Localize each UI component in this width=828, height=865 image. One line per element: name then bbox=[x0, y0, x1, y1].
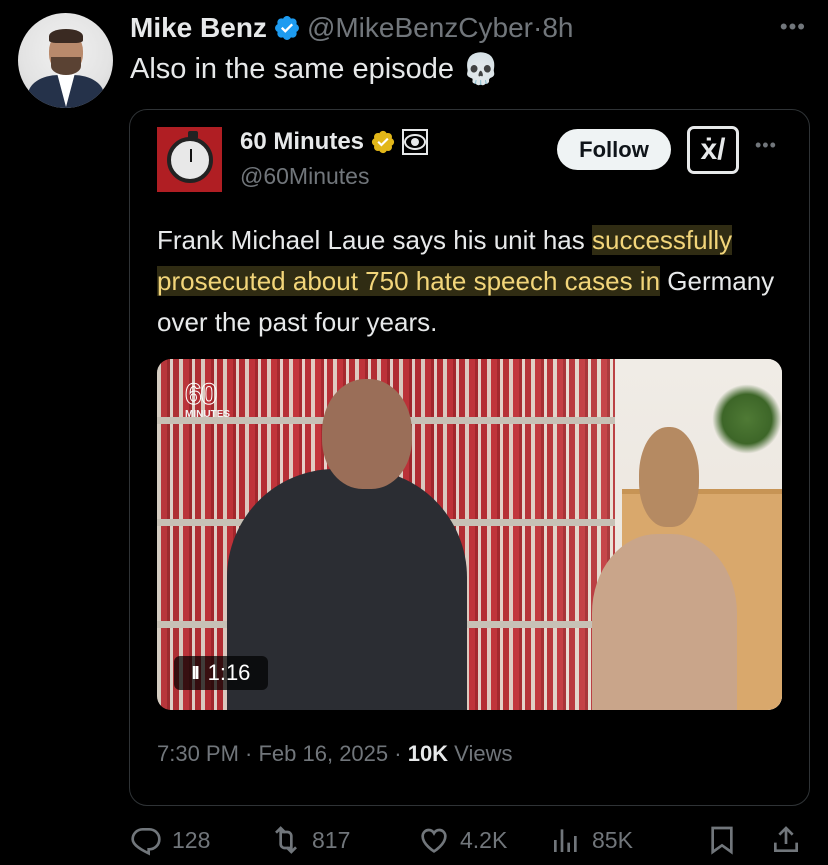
grok-icon[interactable]: ẋ/ bbox=[687, 126, 739, 174]
quote-meta: 7:30 PM · Feb 16, 2025 · 10K Views bbox=[157, 741, 512, 767]
bookmark-icon bbox=[711, 826, 733, 855]
video-player[interactable]: 60 MINUTES II 1:16 bbox=[157, 359, 782, 710]
reply-count: 128 bbox=[172, 826, 211, 853]
quoted-tweet[interactable]: 60 Minutes @60Minutes Follow ẋ/ ••• Fran… bbox=[129, 109, 810, 806]
video-duration: 1:16 bbox=[207, 660, 251, 685]
quote-views-label: Views bbox=[448, 741, 513, 766]
quote-more-icon[interactable]: ••• bbox=[755, 135, 777, 156]
share-button[interactable] bbox=[770, 818, 812, 862]
avatar-hair bbox=[49, 29, 83, 43]
pause-icon[interactable]: II bbox=[192, 663, 200, 684]
quote-author-handle[interactable]: @60Minutes bbox=[240, 163, 369, 190]
quote-text: Frank Michael Laue says his unit has suc… bbox=[157, 220, 797, 343]
more-options-icon[interactable]: ••• bbox=[780, 14, 806, 40]
tweet-header: Mike Benz @MikeBenzCyber · 8h bbox=[130, 11, 573, 45]
logo-sub: MINUTES bbox=[185, 409, 230, 420]
woman-figure bbox=[592, 534, 737, 710]
tweet-time[interactable]: 8h bbox=[542, 12, 573, 44]
tweet-text: Also in the same episode 💀 bbox=[130, 52, 499, 87]
quote-timestamp[interactable]: 7:30 PM · Feb 16, 2025 · bbox=[157, 741, 408, 766]
skull-emoji: 💀 bbox=[462, 53, 500, 86]
plant bbox=[712, 384, 782, 454]
quote-text-before: Frank Michael Laue says his unit has bbox=[157, 225, 592, 255]
logo-number: 60 bbox=[185, 378, 218, 411]
quote-author-row: 60 Minutes bbox=[240, 128, 429, 156]
like-count: 4.2K bbox=[460, 826, 508, 853]
sixty-minutes-logo: 60 MINUTES bbox=[185, 378, 231, 420]
author-name[interactable]: Mike Benz bbox=[130, 12, 267, 44]
stopwatch-icon bbox=[166, 130, 213, 183]
bookmark-button[interactable] bbox=[706, 818, 748, 862]
share-icon bbox=[774, 826, 798, 852]
reply-icon bbox=[131, 828, 161, 856]
follow-button[interactable]: Follow bbox=[557, 129, 671, 170]
repost-count: 817 bbox=[312, 826, 351, 853]
cbs-eye-icon bbox=[402, 129, 429, 155]
repost-icon bbox=[275, 826, 297, 854]
video-pause-badge[interactable]: II 1:16 bbox=[174, 656, 268, 690]
heart-icon bbox=[421, 828, 447, 853]
views-count: 85K bbox=[592, 826, 633, 853]
action-bar: 128 817 4.2K 85K bbox=[130, 818, 810, 862]
woman-head bbox=[639, 427, 699, 527]
analytics-icon bbox=[554, 829, 577, 852]
man-head bbox=[322, 379, 412, 489]
avatar-beard bbox=[51, 57, 81, 75]
author-avatar[interactable] bbox=[18, 13, 113, 108]
separator-dot: · bbox=[533, 12, 543, 43]
author-handle[interactable]: @MikeBenzCyber bbox=[307, 12, 533, 44]
verified-gold-badge-icon bbox=[371, 130, 395, 154]
reply-button[interactable]: 128 bbox=[130, 818, 210, 862]
like-button[interactable]: 4.2K bbox=[418, 818, 507, 862]
quote-author-name[interactable]: 60 Minutes bbox=[240, 128, 364, 156]
quote-avatar[interactable] bbox=[157, 127, 222, 192]
quote-views-count: 10K bbox=[407, 741, 449, 766]
tweet-text-content: Also in the same episode bbox=[130, 53, 455, 85]
verified-badge-icon bbox=[274, 16, 299, 40]
views-button[interactable]: 85K bbox=[550, 818, 633, 862]
repost-button[interactable]: 817 bbox=[270, 818, 350, 862]
